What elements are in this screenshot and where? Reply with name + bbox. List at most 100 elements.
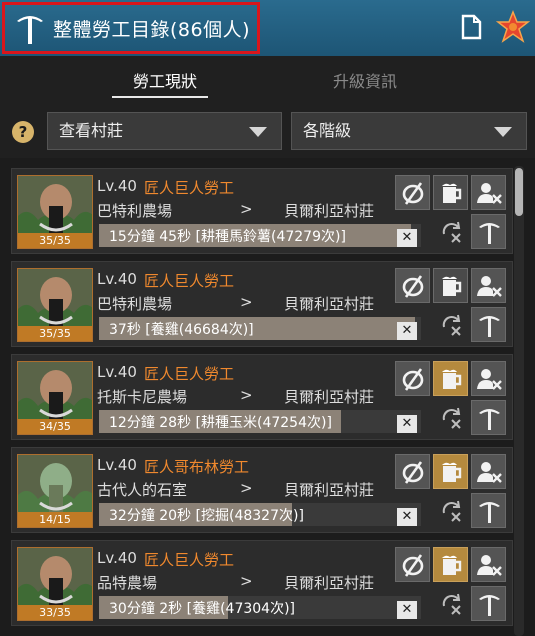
document-icon[interactable] [460, 14, 482, 40]
worker-card: 14/15 Lv.40 匠人哥布林勞工 古代人的石室 > 貝爾利亞村莊 32分鐘… [11, 447, 513, 533]
fire-worker-button[interactable] [471, 268, 506, 303]
hide-icon [402, 368, 424, 391]
scrollbar-track[interactable] [514, 166, 524, 636]
worker-job: 匠人哥布林勞工 [144, 458, 250, 476]
worker-level: Lv.40 [97, 363, 137, 381]
hide-icon [402, 461, 424, 484]
level-select-value: 各階級 [303, 121, 352, 140]
worker-job: 匠人巨人勞工 [144, 551, 235, 569]
recover-stamina-button[interactable] [433, 454, 468, 489]
pickaxe-icon [17, 16, 43, 44]
hide-icon [402, 182, 424, 205]
title-box: 整體勞工目錄(86個人) [2, 2, 260, 54]
worker-portrait: 14/15 [17, 454, 93, 528]
assign-work-button[interactable] [471, 586, 506, 621]
beer-icon [442, 462, 462, 482]
worker-workplace: 托斯卡尼農場 [97, 388, 188, 406]
beer-icon [442, 183, 462, 203]
recover-stamina-button[interactable] [433, 361, 468, 396]
cancel-task-button[interactable]: ✕ [397, 229, 417, 247]
task-status: 30分鐘 2秒 [養雞(47304次)] [109, 601, 296, 617]
hide-worker-button[interactable] [395, 268, 430, 303]
route-arrow: > [240, 479, 253, 497]
recover-stamina-button[interactable] [433, 547, 468, 582]
cancel-task-button[interactable]: ✕ [397, 508, 417, 526]
hide-worker-button[interactable] [395, 454, 430, 489]
repeat-icon [442, 407, 461, 429]
route-arrow: > [240, 386, 253, 404]
fire-worker-icon [477, 183, 502, 204]
hide-worker-button[interactable] [395, 175, 430, 210]
worker-list: 35/35 Lv.40 匠人巨人勞工 巴特利農場 > 貝爾利亞村莊 15分鐘 4… [0, 158, 535, 636]
village-select[interactable]: 查看村莊 [47, 112, 282, 150]
repeat-task-button[interactable] [433, 400, 468, 435]
fire-worker-icon [477, 555, 502, 576]
hide-worker-button[interactable] [395, 361, 430, 396]
worker-level: Lv.40 [97, 549, 137, 567]
task-progress-bar: 32分鐘 20秒 [挖掘(48327次)] [99, 503, 421, 526]
help-icon[interactable]: ? [12, 121, 34, 143]
repeat-icon [442, 500, 461, 522]
worker-job: 匠人巨人勞工 [144, 272, 235, 290]
worker-workplace: 巴特利農場 [97, 202, 173, 220]
star-icon[interactable] [496, 10, 530, 44]
worker-card: 34/35 Lv.40 匠人巨人勞工 托斯卡尼農場 > 貝爾利亞村莊 12分鐘 … [11, 354, 513, 440]
tab-bar: 勞工現狀 升級資訊 [0, 56, 535, 108]
pickaxe-icon [479, 595, 500, 616]
tab-upgrade-info[interactable]: 升級資訊 [333, 68, 397, 92]
repeat-task-button[interactable] [433, 586, 468, 621]
cancel-task-button[interactable]: ✕ [397, 322, 417, 340]
repeat-task-button[interactable] [433, 493, 468, 528]
cancel-task-button[interactable]: ✕ [397, 601, 417, 619]
repeat-task-button[interactable] [433, 307, 468, 342]
repeat-icon [442, 314, 461, 336]
task-progress-bar: 15分鐘 45秒 [耕種馬鈴薯(47279次)] [99, 224, 421, 247]
worker-stamina: 14/15 [18, 512, 92, 527]
worker-job: 匠人巨人勞工 [144, 179, 235, 197]
page-title: 整體勞工目錄(86個人) [53, 18, 251, 41]
fire-worker-icon [477, 462, 502, 483]
fire-worker-button[interactable] [471, 361, 506, 396]
worker-card: 33/35 Lv.40 匠人巨人勞工 品特農場 > 貝爾利亞村莊 30分鐘 2秒… [11, 540, 513, 626]
pickaxe-icon [479, 409, 500, 430]
assign-work-button[interactable] [471, 214, 506, 249]
worker-home-village: 貝爾利亞村莊 [284, 295, 375, 313]
chevron-down-icon [494, 127, 512, 137]
pickaxe-icon [479, 316, 500, 337]
assign-work-button[interactable] [471, 493, 506, 528]
village-select-value: 查看村莊 [59, 121, 124, 140]
recover-stamina-button[interactable] [433, 175, 468, 210]
hide-icon [402, 275, 424, 298]
repeat-icon [442, 593, 461, 615]
hide-icon [402, 554, 424, 577]
worker-job: 匠人巨人勞工 [144, 365, 235, 383]
worker-workplace: 品特農場 [97, 574, 158, 592]
hide-worker-button[interactable] [395, 547, 430, 582]
worker-home-village: 貝爾利亞村莊 [284, 481, 375, 499]
route-arrow: > [240, 572, 253, 590]
fire-worker-button[interactable] [471, 175, 506, 210]
worker-portrait: 35/35 [17, 175, 93, 249]
level-select[interactable]: 各階級 [291, 112, 527, 150]
task-status: 15分鐘 45秒 [耕種馬鈴薯(47279次)] [109, 229, 346, 245]
assign-work-button[interactable] [471, 400, 506, 435]
worker-portrait: 33/35 [17, 547, 93, 621]
worker-home-village: 貝爾利亞村莊 [284, 202, 375, 220]
tab-underline [112, 96, 208, 98]
fire-worker-button[interactable] [471, 547, 506, 582]
fire-worker-button[interactable] [471, 454, 506, 489]
recover-stamina-button[interactable] [433, 268, 468, 303]
task-progress-bar: 30分鐘 2秒 [養雞(47304次)] [99, 596, 421, 619]
scrollbar-thumb[interactable] [515, 168, 523, 216]
assign-work-button[interactable] [471, 307, 506, 342]
worker-stamina: 34/35 [18, 419, 92, 434]
worker-stamina: 35/35 [18, 326, 92, 341]
cancel-task-button[interactable]: ✕ [397, 415, 417, 433]
repeat-task-button[interactable] [433, 214, 468, 249]
repeat-icon [442, 221, 461, 243]
worker-stamina: 35/35 [18, 233, 92, 248]
pickaxe-icon [479, 223, 500, 244]
worker-card: 35/35 Lv.40 匠人巨人勞工 巴特利農場 > 貝爾利亞村莊 15分鐘 4… [11, 168, 513, 254]
tab-worker-status[interactable]: 勞工現狀 [133, 68, 197, 92]
fire-worker-icon [477, 369, 502, 390]
